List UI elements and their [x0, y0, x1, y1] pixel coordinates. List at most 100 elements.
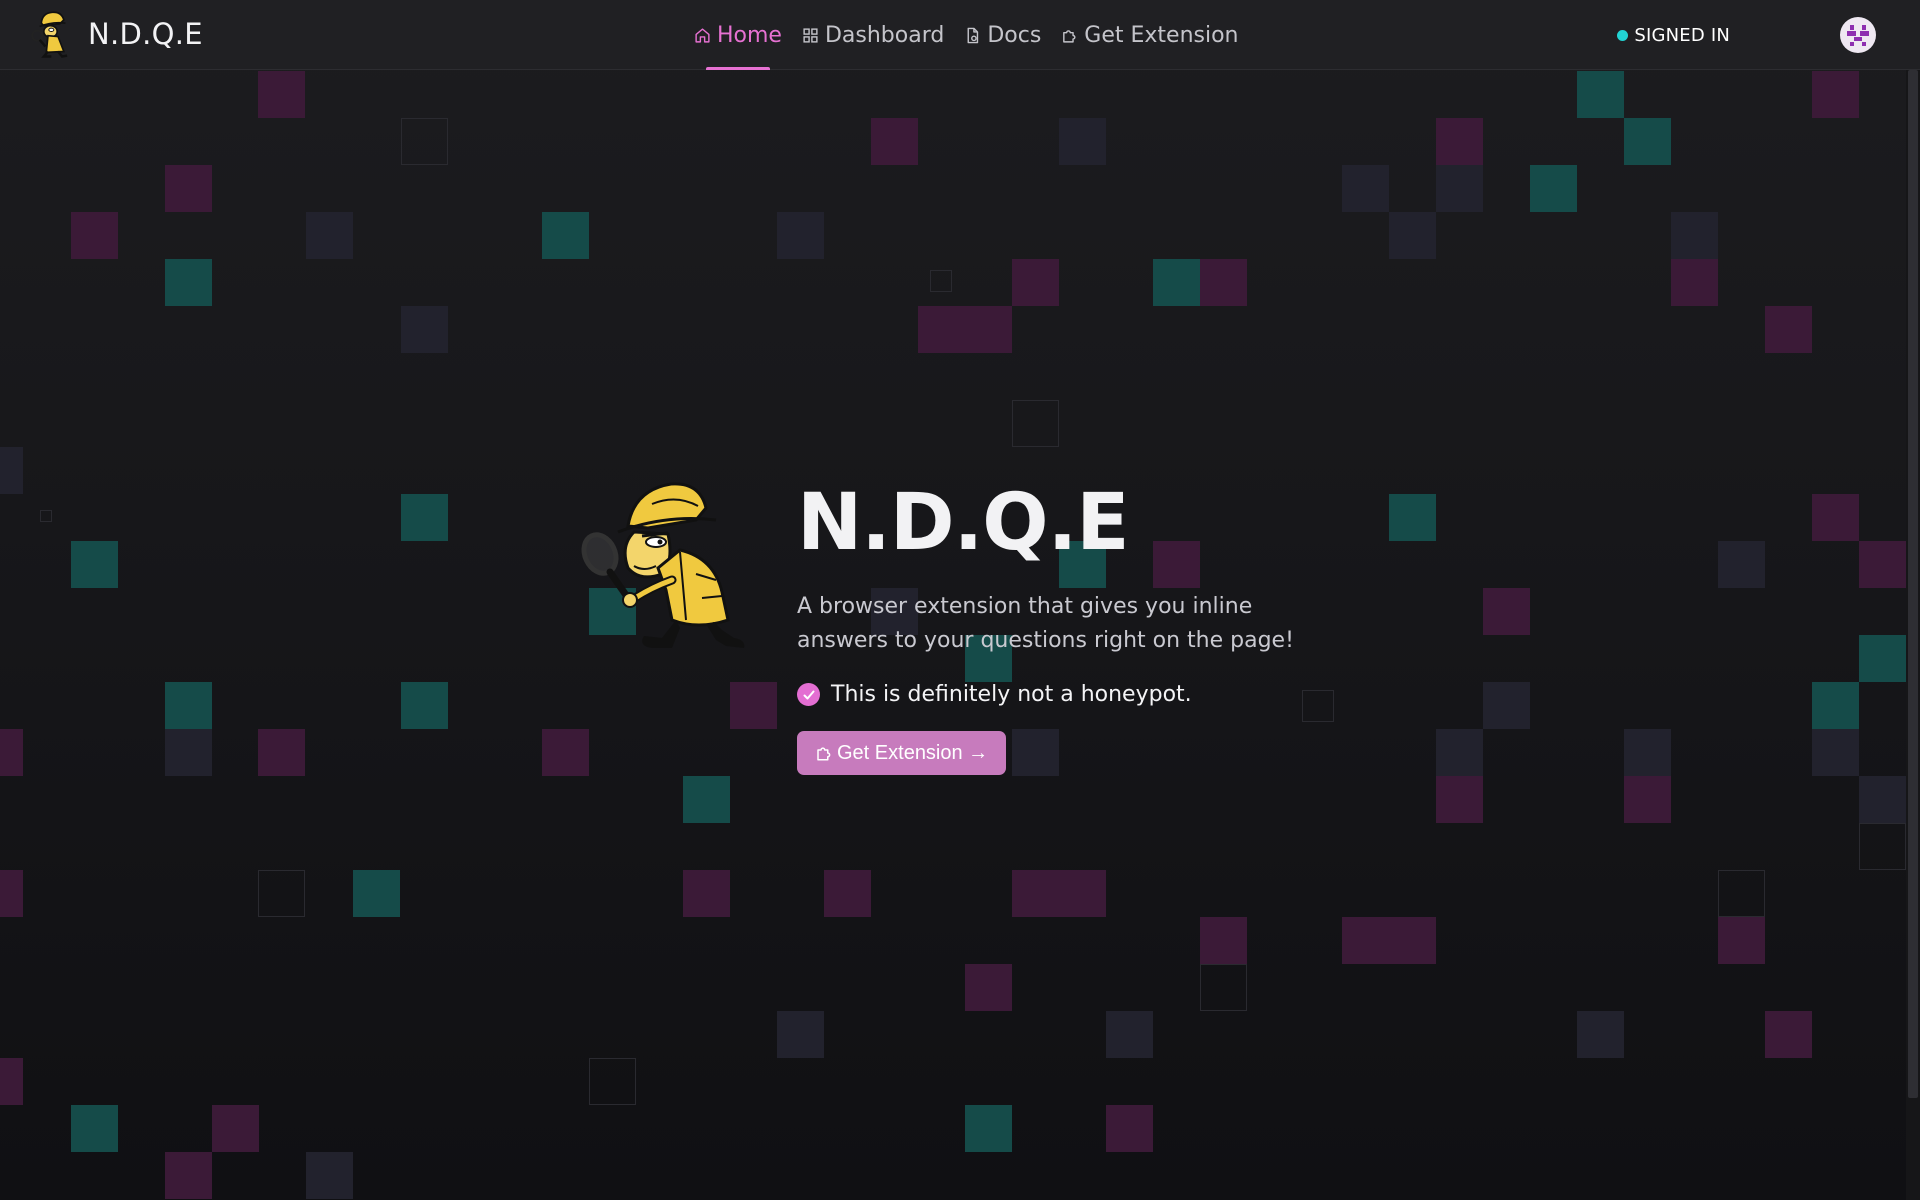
background-tile: [1812, 494, 1859, 541]
background-tile: [401, 494, 448, 541]
background-tile: [824, 870, 871, 917]
background-tile: [0, 870, 23, 917]
background-tile: [965, 964, 1012, 1011]
get-extension-button[interactable]: Get Extension →: [797, 731, 1007, 775]
background-tile: [165, 259, 212, 306]
background-tile: [730, 682, 777, 729]
background-tile: [1436, 118, 1483, 165]
background-tile: [258, 71, 305, 118]
get-extension-button-label: Get Extension →: [837, 741, 989, 764]
background-tile: [1106, 1011, 1153, 1058]
background-tile: [965, 1105, 1012, 1152]
background-tile: [930, 270, 952, 292]
background-tile: [683, 870, 730, 917]
background-tile: [71, 212, 118, 259]
user-avatar[interactable]: [1840, 17, 1876, 53]
background-tile: [1812, 682, 1859, 729]
nav-get-extension[interactable]: Get Extension: [1061, 0, 1239, 70]
identicon-icon: [1847, 25, 1869, 46]
background-tile: [542, 729, 589, 776]
background-tile: [1812, 729, 1859, 776]
hero-title: N.D.Q.E: [797, 478, 1130, 568]
background-tile: [1859, 823, 1906, 870]
background-tile: [212, 1105, 259, 1152]
nav-get-extension-label: Get Extension: [1084, 22, 1239, 48]
background-tile: [1012, 259, 1059, 306]
nav-dashboard[interactable]: Dashboard: [802, 0, 944, 70]
nav-docs[interactable]: Docs: [964, 0, 1041, 70]
background-tile: [1153, 259, 1200, 306]
background-tile: [1389, 917, 1436, 964]
nav-docs-label: Docs: [987, 22, 1042, 48]
background-tile: [1200, 917, 1247, 964]
background-tile: [40, 510, 52, 522]
background-tile: [777, 212, 824, 259]
background-tile: [1200, 964, 1247, 1011]
background-tile: [165, 729, 212, 776]
hero-section: N.D.Q.E A browser extension that gives y…: [797, 478, 1317, 775]
document-icon: [967, 27, 979, 43]
background-tile: [1718, 541, 1765, 588]
home-icon: [695, 27, 710, 43]
detective-mascot-icon: [31, 11, 68, 58]
nav-home-label: Home: [717, 22, 782, 48]
background-tile: [1859, 776, 1906, 823]
background-tile: [306, 1152, 353, 1199]
background-tile: [1342, 917, 1389, 964]
nav-dashboard-label: Dashboard: [824, 22, 945, 48]
background-tile: [1671, 259, 1718, 306]
background-tile: [401, 306, 448, 353]
background-tile: [165, 165, 212, 212]
background-tile: [1436, 165, 1483, 212]
top-navbar: N.D.Q.E Home Dashboard Docs Get Extensio…: [0, 0, 1920, 70]
background-tile: [71, 1105, 118, 1152]
background-tile: [1483, 682, 1530, 729]
background-tile: [306, 212, 353, 259]
background-tile: [1483, 588, 1530, 635]
detective-mascot-illustration: [581, 482, 745, 648]
nav-home[interactable]: Home: [694, 0, 782, 70]
background-tile: [918, 306, 965, 353]
background-tile: [542, 212, 589, 259]
background-tile: [1389, 212, 1436, 259]
background-tile: [1059, 870, 1106, 917]
background-tile: [165, 1152, 212, 1199]
feature-check: This is definitely not a honeypot.: [797, 682, 1317, 707]
background-tile: [965, 306, 1012, 353]
background-tile: [1106, 1105, 1153, 1152]
background-tile: [258, 729, 305, 776]
background-tile: [1059, 118, 1106, 165]
background-tile: [1530, 165, 1577, 212]
background-tile: [683, 776, 730, 823]
background-tile: [1624, 118, 1671, 165]
status-text: SIGNED IN: [1634, 24, 1730, 46]
page-scrollbar[interactable]: [1906, 70, 1920, 1200]
grid-icon: [803, 27, 818, 43]
background-tile: [71, 541, 118, 588]
background-tile: [1577, 1011, 1624, 1058]
background-tile: [0, 447, 23, 494]
background-tile: [401, 118, 448, 165]
background-tile: [777, 1011, 824, 1058]
puzzle-icon: [1063, 29, 1076, 43]
background-tile: [0, 1058, 23, 1105]
background-tile: [1624, 729, 1671, 776]
background-tile: [258, 870, 305, 917]
puzzle-icon: [817, 747, 831, 761]
background-tile: [401, 682, 448, 729]
scrollbar-thumb[interactable]: [1908, 70, 1918, 1098]
background-tile: [1012, 400, 1059, 447]
background-tile: [1012, 870, 1059, 917]
signin-status: SIGNED IN: [1617, 0, 1730, 70]
background-tile: [165, 682, 212, 729]
background-tile: [1812, 71, 1859, 118]
background-tile: [871, 118, 918, 165]
brand-home-link[interactable]: N.D.Q.E: [28, 9, 203, 59]
background-tile: [1200, 259, 1247, 306]
background-tile: [1859, 541, 1906, 588]
background-tile: [1342, 165, 1389, 212]
main-nav: Home Dashboard Docs Get Extension: [694, 0, 1259, 70]
background-tile: [1671, 212, 1718, 259]
background-tile: [1624, 776, 1671, 823]
background-tile: [589, 1058, 636, 1105]
